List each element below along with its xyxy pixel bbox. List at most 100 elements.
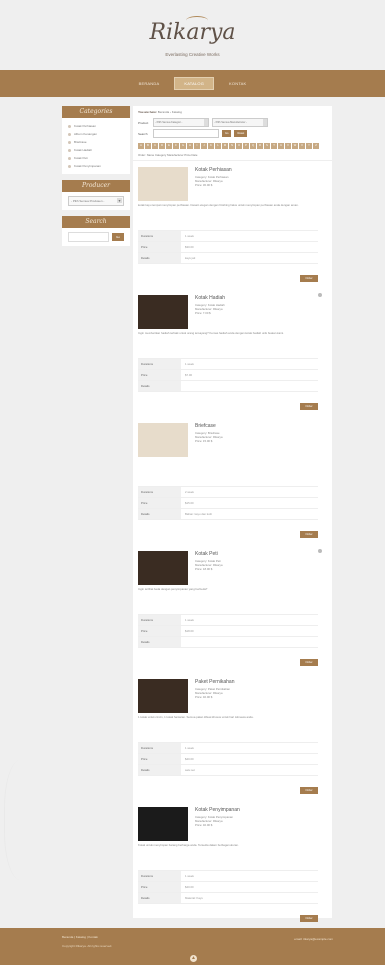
- producer-select-value: - Pilih Semua Produsen -: [71, 199, 105, 203]
- product-title[interactable]: Kotak Penyimpanan: [195, 807, 320, 813]
- alpha-letter[interactable]: T: [271, 143, 277, 149]
- bullet-icon: [68, 132, 71, 136]
- order-button[interactable]: Order: [300, 787, 318, 794]
- product-title[interactable]: Briefcase: [195, 423, 320, 429]
- footer-email[interactable]: email: rikarya@example.com: [294, 937, 333, 941]
- table-row: Details: [138, 637, 318, 648]
- site-logo[interactable]: Rikarya: [0, 20, 385, 45]
- alpha-letter[interactable]: U: [278, 143, 284, 149]
- product-image[interactable]: [138, 167, 188, 201]
- categories-list: Kotak Perhiasan Album Kenangan Briefcase…: [62, 118, 130, 174]
- category-filter-value: - Pilih Semua Kategori -: [155, 121, 183, 124]
- sidebar: Categories Kotak Perhiasan Album Kenanga…: [62, 106, 130, 252]
- table-row: Durations 1 week: [138, 231, 318, 242]
- product-title[interactable]: Paket Pernikahan: [195, 679, 320, 685]
- category-item[interactable]: Kotak Perhiasan: [68, 122, 124, 130]
- site-tagline: Everlasting Creative Works: [165, 52, 220, 57]
- sort-option-name[interactable]: Name: [147, 153, 154, 157]
- sort-option-manufacturer[interactable]: Manufacturer: [167, 153, 183, 157]
- alpha-letter[interactable]: E: [166, 143, 172, 149]
- table-row: Price $18.00: [138, 626, 318, 637]
- category-filter-select[interactable]: - Pilih Semua Kategori -: [153, 118, 209, 127]
- alpha-letter[interactable]: A: [138, 143, 144, 149]
- alpha-letter[interactable]: P: [243, 143, 249, 149]
- product-image[interactable]: [138, 423, 188, 457]
- alpha-letter[interactable]: I: [194, 143, 200, 149]
- alpha-letter[interactable]: D: [159, 143, 165, 149]
- manufacturer-filter-select[interactable]: - Pilih Semua Manufacturer -: [212, 118, 268, 127]
- alpha-letter[interactable]: X: [299, 143, 305, 149]
- alpha-letter[interactable]: B: [145, 143, 151, 149]
- sort-option-date[interactable]: Date: [192, 153, 198, 157]
- table-key: Details: [138, 637, 181, 647]
- alpha-letter[interactable]: C: [152, 143, 158, 149]
- product-image[interactable]: [138, 679, 188, 713]
- sort-option-price[interactable]: Price: [184, 153, 190, 157]
- alpha-letter[interactable]: M: [222, 143, 228, 149]
- order-button[interactable]: Order: [300, 531, 318, 538]
- alpha-letter[interactable]: R: [257, 143, 263, 149]
- category-item[interactable]: Kotak Hadiah: [68, 146, 124, 154]
- order-button[interactable]: Order: [300, 659, 318, 666]
- bullet-icon: [68, 140, 71, 144]
- category-label: Kotak Peti: [74, 156, 88, 160]
- product-info: Kotak Peti Category: Kotak Peti Manufact…: [195, 551, 320, 571]
- product-image[interactable]: [138, 551, 188, 585]
- search-go-button[interactable]: Go: [111, 233, 124, 241]
- alpha-letter[interactable]: Q: [250, 143, 256, 149]
- table-key: Details: [138, 253, 181, 263]
- chevron-down-icon: [204, 119, 208, 126]
- product-image[interactable]: [138, 807, 188, 841]
- bullet-icon: [68, 156, 71, 160]
- alpha-letter[interactable]: O: [236, 143, 242, 149]
- table-value: $18.00: [185, 629, 194, 633]
- alpha-letter[interactable]: J: [201, 143, 207, 149]
- alpha-letter[interactable]: N: [229, 143, 235, 149]
- search-input[interactable]: [68, 232, 109, 242]
- alpha-letter[interactable]: G: [180, 143, 186, 149]
- product-card: Briefcase Category: Briefcase Manufactur…: [138, 423, 318, 541]
- order-button[interactable]: Order: [300, 275, 318, 282]
- producer-select[interactable]: - Pilih Semua Produsen - ▾: [68, 196, 124, 206]
- table-key: Details: [138, 765, 181, 775]
- category-item[interactable]: Briefcase: [68, 138, 124, 146]
- alpha-letter[interactable]: L: [215, 143, 221, 149]
- alpha-letter[interactable]: S: [264, 143, 270, 149]
- product-card: Kotak Perhiasan Category: Kotak Perhiasa…: [138, 167, 318, 285]
- nav-item-beranda[interactable]: BERANDA: [130, 78, 169, 89]
- catalog-search-input[interactable]: [153, 129, 219, 138]
- filter-reset-button[interactable]: Reset: [234, 130, 248, 137]
- alpha-letter[interactable]: H: [187, 143, 193, 149]
- breadcrumb-path[interactable]: Beranda › Katalog: [158, 110, 182, 114]
- order-button[interactable]: Order: [300, 915, 318, 922]
- table-value: Material: Kayu: [185, 896, 203, 900]
- table-key: Durations: [138, 871, 181, 881]
- category-item[interactable]: Kotak Peti: [68, 154, 124, 162]
- alpha-letter[interactable]: Z: [313, 143, 319, 149]
- alpha-letter[interactable]: Y: [306, 143, 312, 149]
- product-card: Kotak Penyimpanan Category: Kotak Penyim…: [138, 807, 318, 925]
- category-label: Album Kenangan: [74, 132, 98, 136]
- table-row: Durations 2 week: [138, 487, 318, 498]
- alpha-letter[interactable]: F: [173, 143, 179, 149]
- product-title[interactable]: Kotak Peti: [195, 551, 320, 557]
- table-value: 1 week: [185, 874, 194, 878]
- category-item[interactable]: Kotak Penyimpanan: [68, 162, 124, 170]
- product-info: Kotak Hadiah Category: Kotak Hadiah Manu…: [195, 295, 320, 315]
- table-row: Durations 1 week: [138, 871, 318, 882]
- category-item[interactable]: Album Kenangan: [68, 130, 124, 138]
- product-title[interactable]: Kotak Hadiah: [195, 295, 320, 301]
- sort-option-category[interactable]: Category: [155, 153, 166, 157]
- alpha-letter[interactable]: W: [292, 143, 298, 149]
- filter-go-button[interactable]: Go: [222, 130, 232, 137]
- product-image[interactable]: [138, 295, 188, 329]
- product-title[interactable]: Kotak Perhiasan: [195, 167, 320, 173]
- footer-links[interactable]: Beranda | Katalog | Kontak: [62, 935, 98, 939]
- alpha-letter[interactable]: K: [208, 143, 214, 149]
- order-button[interactable]: Order: [300, 403, 318, 410]
- nav-item-kontak[interactable]: KONTAK: [220, 78, 255, 89]
- category-label: Briefcase: [74, 140, 87, 144]
- nav-item-katalog[interactable]: KATALOG: [174, 77, 215, 90]
- alpha-letter[interactable]: V: [285, 143, 291, 149]
- back-to-top-icon[interactable]: ▲: [190, 955, 197, 962]
